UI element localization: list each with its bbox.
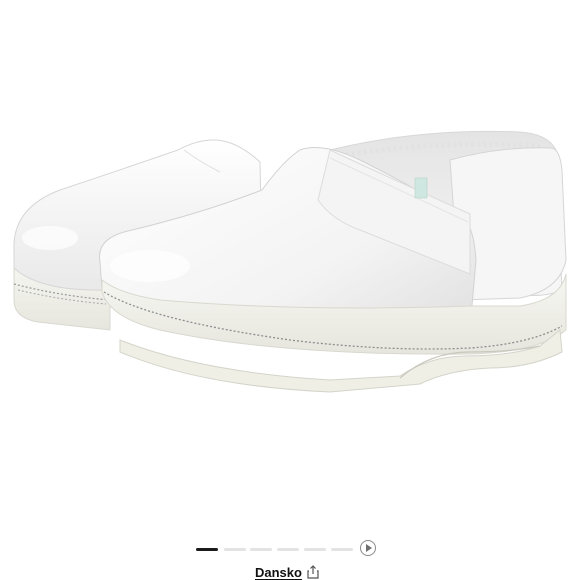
play-circle-icon[interactable]: [360, 540, 376, 556]
white-clogs-photo-icon: [13, 130, 567, 393]
share-icon[interactable]: [307, 565, 319, 579]
carousel-dot-1[interactable]: [196, 548, 218, 551]
product-image[interactable]: [0, 0, 580, 535]
image-carousel-indicator: [0, 538, 580, 560]
carousel-dot-4[interactable]: [277, 548, 299, 551]
brand-link[interactable]: Dansko: [255, 566, 302, 579]
carousel-dot-3[interactable]: [250, 548, 272, 551]
carousel-dot-2[interactable]: [224, 548, 246, 551]
carousel-dot-5[interactable]: [304, 548, 326, 551]
brand-row: Dansko: [0, 562, 580, 580]
carousel-dot-6[interactable]: [331, 548, 353, 551]
product-screen: Dansko: [0, 0, 580, 580]
